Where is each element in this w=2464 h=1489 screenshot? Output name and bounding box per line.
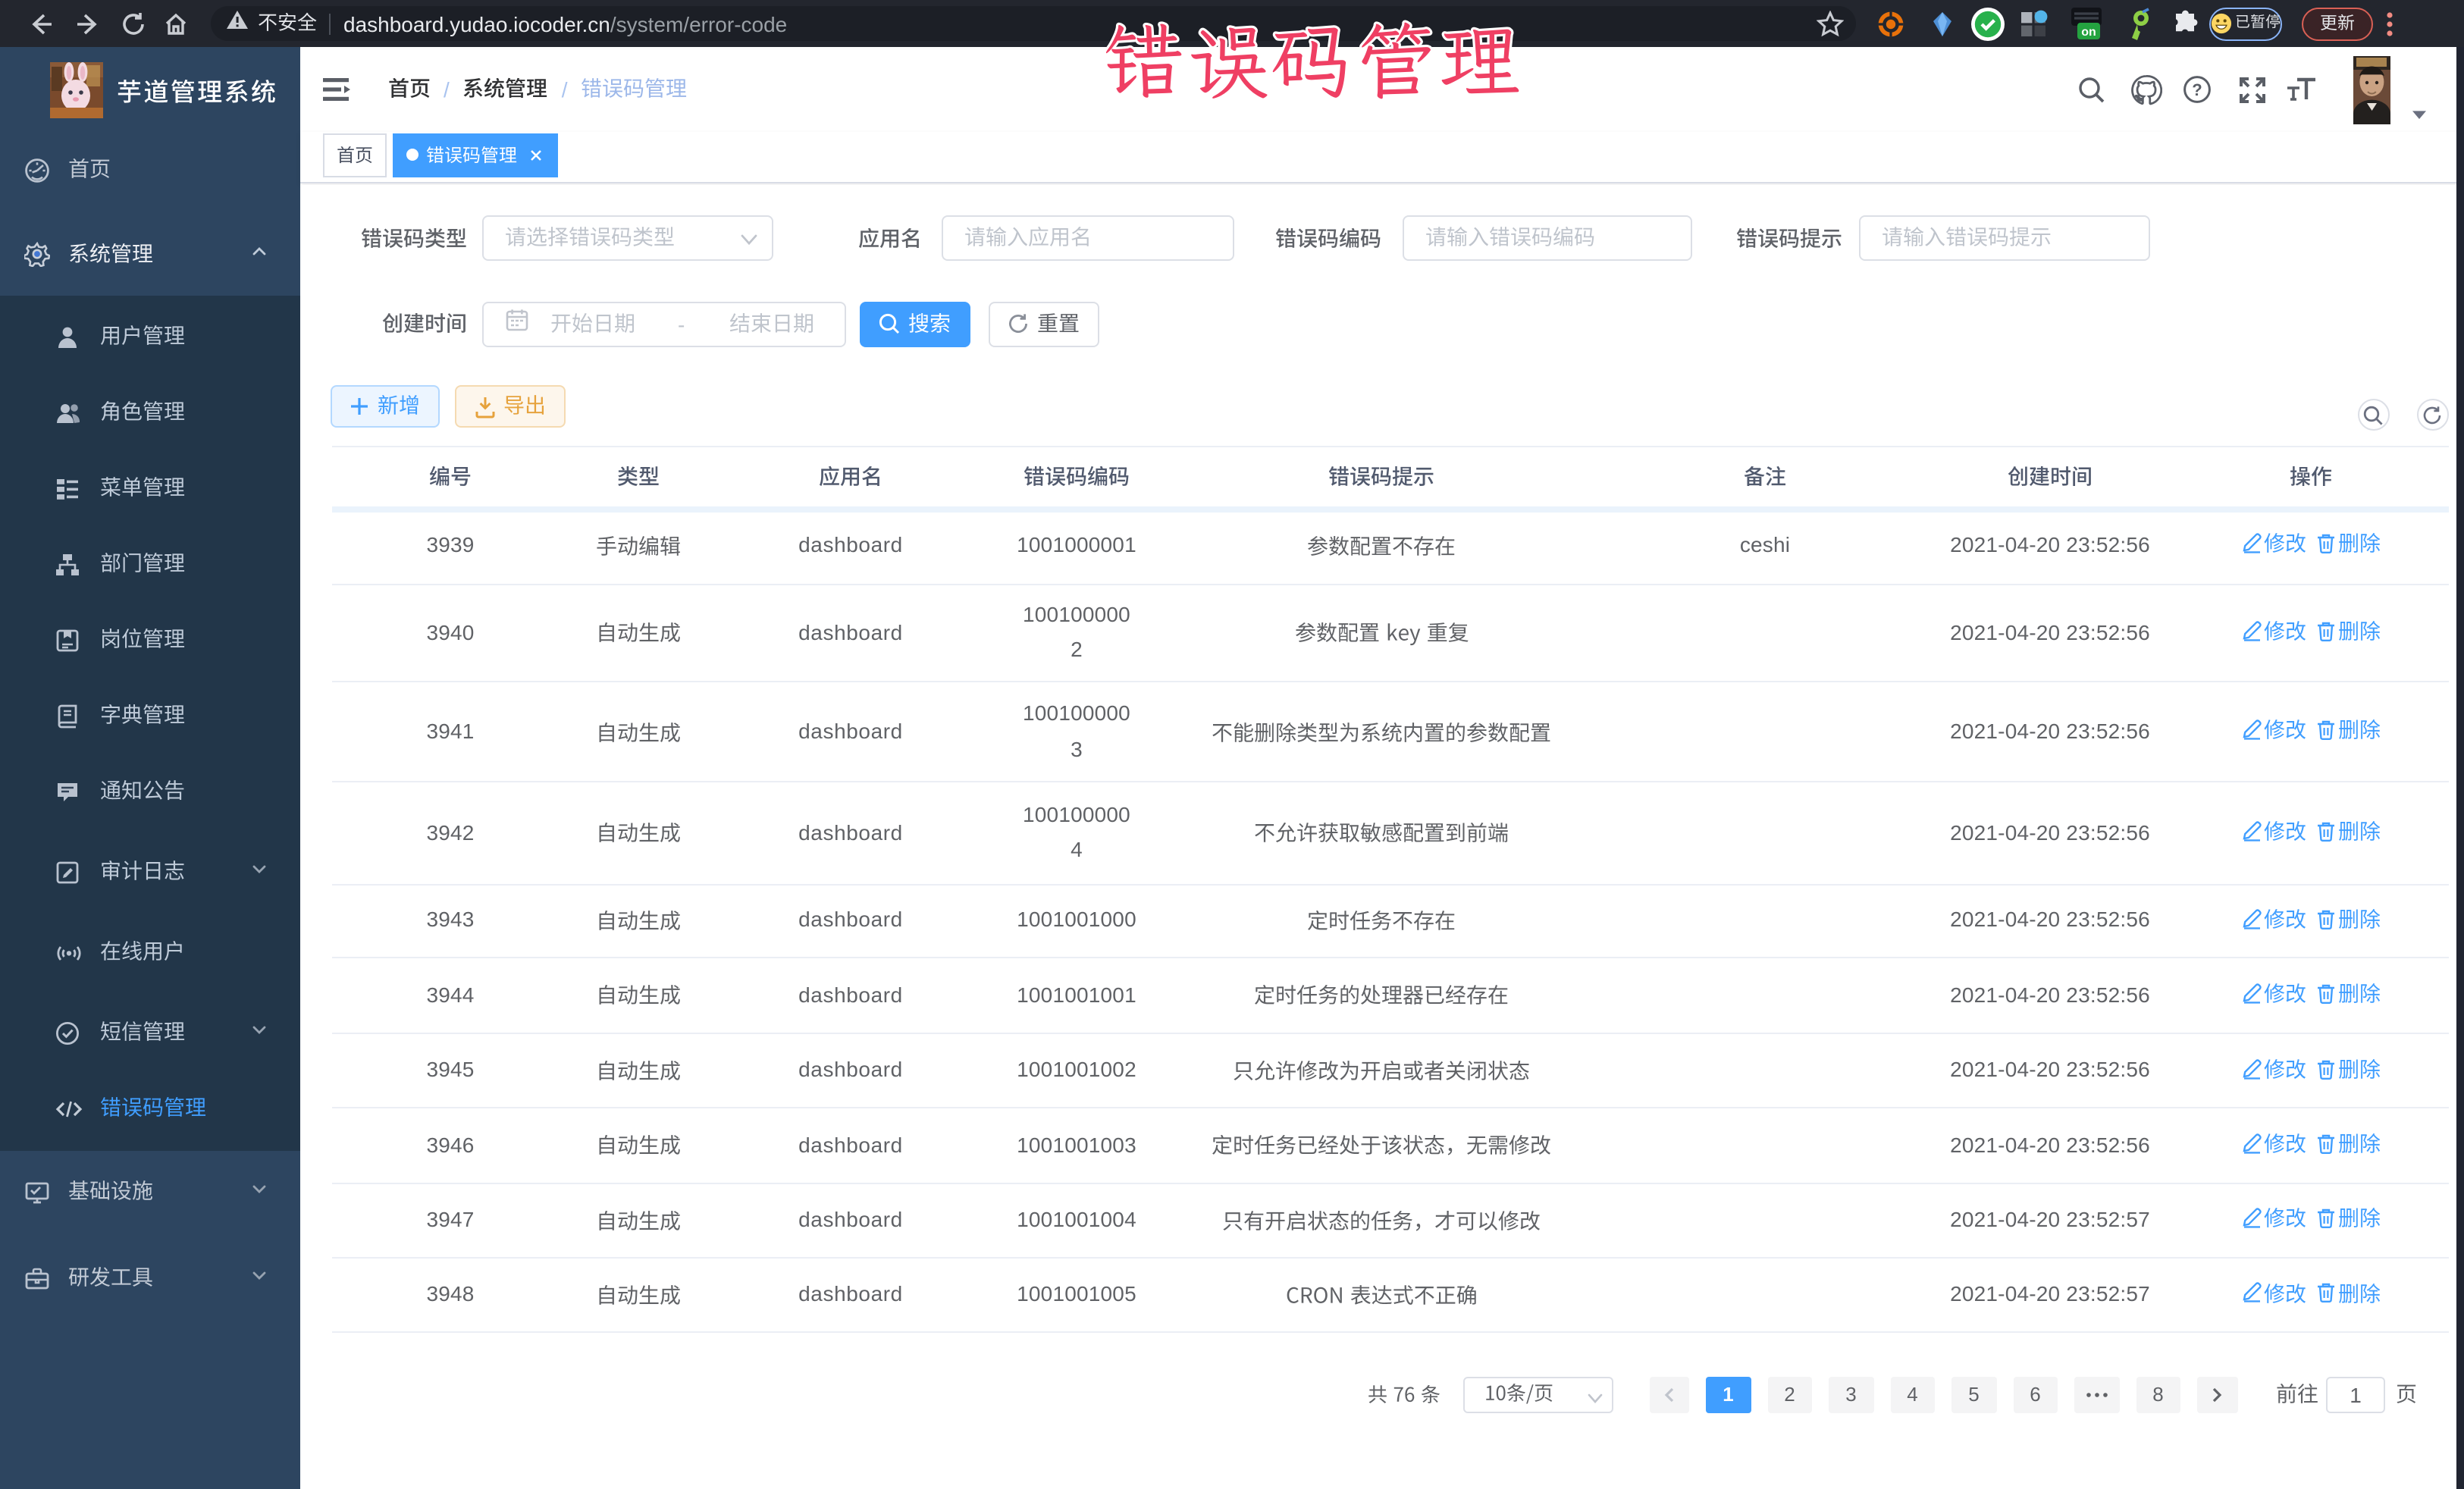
svg-text:on: on	[2081, 25, 2096, 38]
svg-text:?: ?	[2192, 80, 2202, 99]
